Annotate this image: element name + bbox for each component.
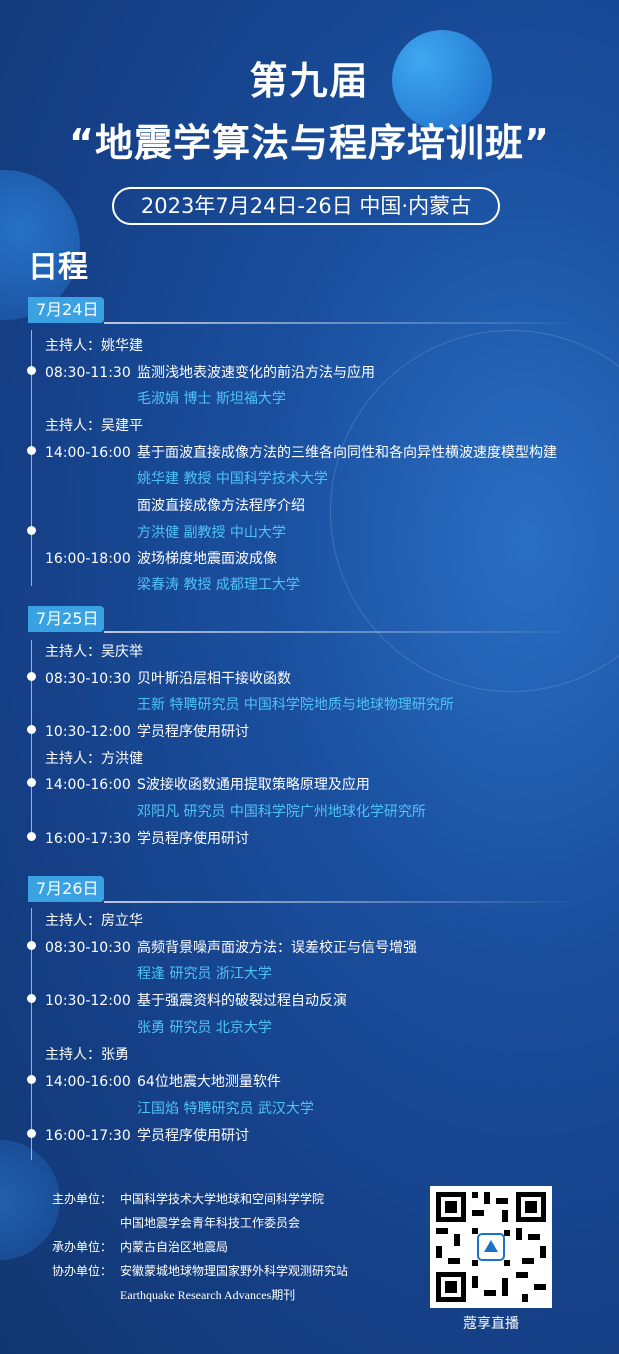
session-title: 高频背景噪声面波方法：误差校正与信号增强 xyxy=(137,940,417,956)
schedule-title: 日程 xyxy=(28,250,88,285)
session-title: 学员程序使用研讨 xyxy=(137,724,249,740)
decor-ring xyxy=(330,330,619,692)
session-time: 10:30-12:00 xyxy=(45,724,131,740)
session-row: 14:00-16:00 64位地震大地测量软件 xyxy=(45,1071,281,1091)
decor-circle-bottom-left xyxy=(0,1140,60,1260)
assist-org: Earthquake Research Advances期刊 xyxy=(120,1288,296,1302)
day-divider xyxy=(104,901,584,903)
session-time: 14:00-16:00 xyxy=(45,445,131,461)
title-line-2: “地震学算法与程序培训班” xyxy=(69,121,550,165)
host-line: 主持人：吴庆举 xyxy=(45,644,143,660)
session-time: 14:00-16:00 xyxy=(45,777,131,793)
session-row: 16:00-18:00 波场梯度地震面波成像 xyxy=(45,548,277,568)
timeline-dot xyxy=(27,366,36,375)
session-title: S波接收函数通用提取策略原理及应用 xyxy=(137,777,370,793)
session-row: 16:00-17:30 学员程序使用研讨 xyxy=(45,828,249,848)
timeline-dot xyxy=(27,446,36,455)
timeline-dot xyxy=(27,725,36,734)
speaker: 程逢 研究员 浙江大学 xyxy=(137,966,272,982)
session-title: 基于面波直接成像方法的三维各向同性和各向异性横波速度模型构建 xyxy=(137,445,557,461)
session-title: 面波直接成像方法程序介绍 xyxy=(137,498,305,514)
session-time: 14:00-16:00 xyxy=(45,1074,131,1090)
session-title: 监测浅地表波速变化的前沿方法与应用 xyxy=(137,365,375,381)
day-divider xyxy=(104,322,584,324)
timeline-line xyxy=(31,640,32,840)
timeline-dot xyxy=(27,526,36,535)
session-time: 16:00-17:30 xyxy=(45,831,131,847)
session-row: 08:30-10:30 高频背景噪声面波方法：误差校正与信号增强 xyxy=(45,937,417,957)
session-title: 学员程序使用研讨 xyxy=(137,1128,249,1144)
timeline-dot xyxy=(27,1075,36,1084)
qr-code[interactable] xyxy=(430,1186,552,1308)
session-row: 08:30-10:30 贝叶斯沿层相干接收函数 xyxy=(45,668,291,688)
co-org-label: 承办单位： xyxy=(52,1240,113,1254)
day-label: 7月26日 xyxy=(28,876,104,902)
host-line: 主持人：吴建平 xyxy=(45,418,143,434)
poster: 第九届 “地震学算法与程序培训班” 2023年7月24日-26日 中国·内蒙古 … xyxy=(0,0,619,1354)
session-row: 10:30-12:00 基于强震资料的破裂过程自动反演 xyxy=(45,990,347,1010)
session-title: 学员程序使用研讨 xyxy=(137,831,249,847)
speaker: 姚华建 教授 中国科学技术大学 xyxy=(137,471,328,487)
host-line: 主持人：张勇 xyxy=(45,1047,129,1063)
timeline-dot xyxy=(27,778,36,787)
date-location-pill: 2023年7月24日-26日 中国·内蒙古 xyxy=(112,187,500,225)
speaker: 毛淑娟 博士 斯坦福大学 xyxy=(137,391,286,407)
timeline-dot xyxy=(27,1129,36,1138)
host-org: 中国科学技术大学地球和空间科学学院 xyxy=(120,1192,325,1206)
qr-caption: 蔻享直播 xyxy=(463,1316,519,1332)
session-time: 08:30-10:30 xyxy=(45,940,131,956)
speaker: 方洪健 副教授 中山大学 xyxy=(137,525,286,541)
session-time: 08:30-11:30 xyxy=(45,365,131,381)
session-time: 08:30-10:30 xyxy=(45,671,131,687)
session-row: 10:30-12:00 学员程序使用研讨 xyxy=(45,721,249,741)
session-time: 10:30-12:00 xyxy=(45,993,131,1009)
session-title: 64位地震大地测量软件 xyxy=(137,1074,281,1090)
timeline-dot xyxy=(27,672,36,681)
session-row: 16:00-17:30 学员程序使用研讨 xyxy=(45,1125,249,1145)
session-row: 08:30-11:30 监测浅地表波速变化的前沿方法与应用 xyxy=(45,362,375,382)
day-label: 7月24日 xyxy=(28,297,104,323)
speaker: 梁春涛 教授 成都理工大学 xyxy=(137,577,300,593)
host-org-label: 主办单位： xyxy=(52,1192,113,1206)
session-row: 14:00-16:00 基于面波直接成像方法的三维各向同性和各向异性横波速度模型构… xyxy=(45,442,557,462)
speaker: 张勇 研究员 北京大学 xyxy=(137,1020,272,1036)
qr-code-icon xyxy=(436,1192,546,1302)
assist-org: 安徽蒙城地球物理国家野外科学观测研究站 xyxy=(120,1264,349,1278)
co-org: 内蒙古自治区地震局 xyxy=(120,1240,229,1254)
session-time: 16:00-18:00 xyxy=(45,551,131,567)
host-line: 主持人：房立华 xyxy=(45,913,143,929)
speaker: 江国焰 特聘研究员 武汉大学 xyxy=(137,1101,314,1117)
session-row: 14:00-16:00 S波接收函数通用提取策略原理及应用 xyxy=(45,774,370,794)
session-title: 贝叶斯沿层相干接收函数 xyxy=(137,671,291,687)
timeline-dot xyxy=(27,994,36,1003)
session-title: 波场梯度地震面波成像 xyxy=(137,551,277,567)
day-label: 7月25日 xyxy=(28,606,104,632)
speaker: 邓阳凡 研究员 中国科学院广州地球化学研究所 xyxy=(137,804,426,820)
session-time: 16:00-17:30 xyxy=(45,1128,131,1144)
host-line: 主持人：方洪健 xyxy=(45,751,143,767)
title-line-1: 第九届 xyxy=(249,59,370,103)
speaker: 王新 特聘研究员 中国科学院地质与地球物理研究所 xyxy=(137,697,454,713)
timeline-dot xyxy=(27,832,36,841)
host-org: 中国地震学会青年科技工作委员会 xyxy=(120,1216,301,1230)
session-title: 基于强震资料的破裂过程自动反演 xyxy=(137,993,347,1009)
timeline-dot xyxy=(27,941,36,950)
host-line: 主持人：姚华建 xyxy=(45,338,143,354)
assist-org-label: 协办单位： xyxy=(52,1264,113,1278)
day-divider xyxy=(104,631,584,633)
